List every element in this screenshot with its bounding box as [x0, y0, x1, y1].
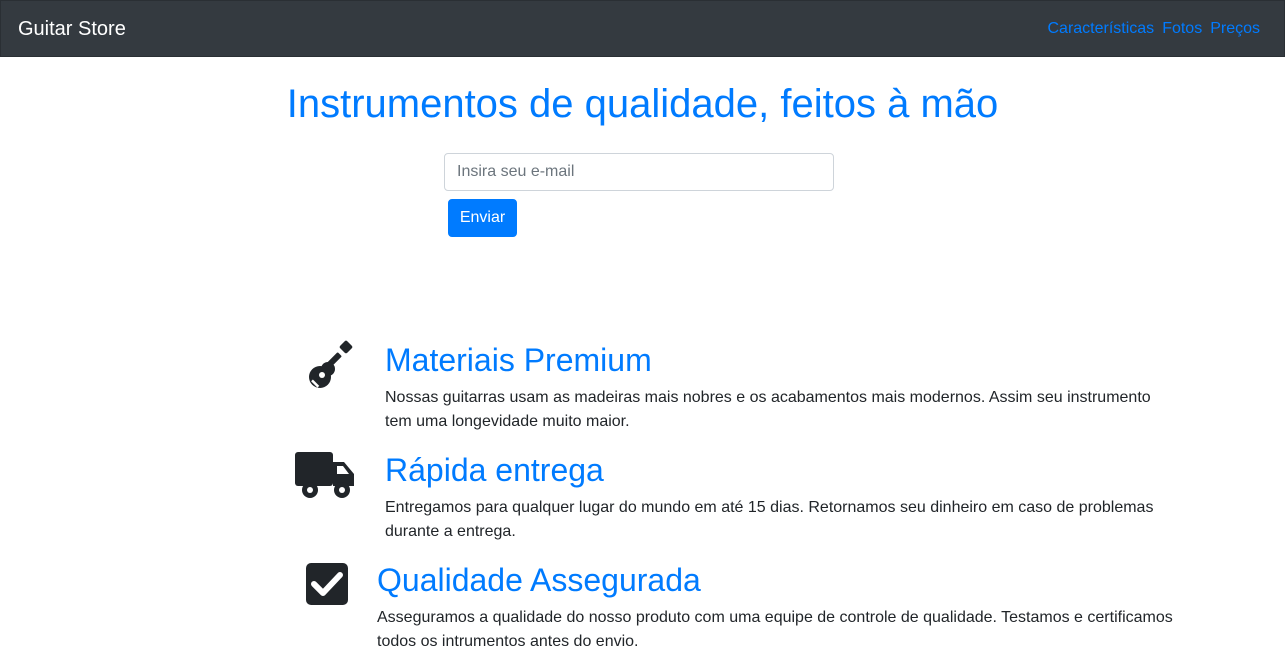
feature-title: Qualidade Assegurada — [377, 562, 701, 598]
hero-title: Instrumentos de qualidade, feitos à mão — [286, 82, 999, 126]
feature-title: Materiais Premium — [385, 342, 652, 378]
brand-logo-text[interactable]: Guitar Store — [18, 17, 126, 41]
truck-icon — [294, 450, 356, 505]
guitar-icon — [305, 340, 357, 397]
send-button[interactable]: Enviar — [448, 199, 517, 237]
check-square-icon — [305, 562, 349, 611]
nav-link-precos[interactable]: Preços — [1210, 19, 1260, 39]
feature-title: Rápida entrega — [385, 452, 604, 488]
feature-description: Nossas guitarras usam as madeiras mais n… — [385, 389, 1151, 430]
feature-description: Entregamos para qualquer lugar do mundo … — [385, 499, 1154, 540]
nav-links: Características Fotos Preços — [1047, 19, 1260, 39]
nav-link-caracteristicas[interactable]: Características — [1047, 19, 1154, 39]
nav-link-fotos[interactable]: Fotos — [1162, 19, 1202, 39]
navbar: Guitar Store Características Fotos Preço… — [0, 0, 1285, 57]
feature-description: Asseguramos a qualidade do nosso produto… — [377, 609, 1173, 650]
email-input[interactable] — [444, 153, 834, 191]
